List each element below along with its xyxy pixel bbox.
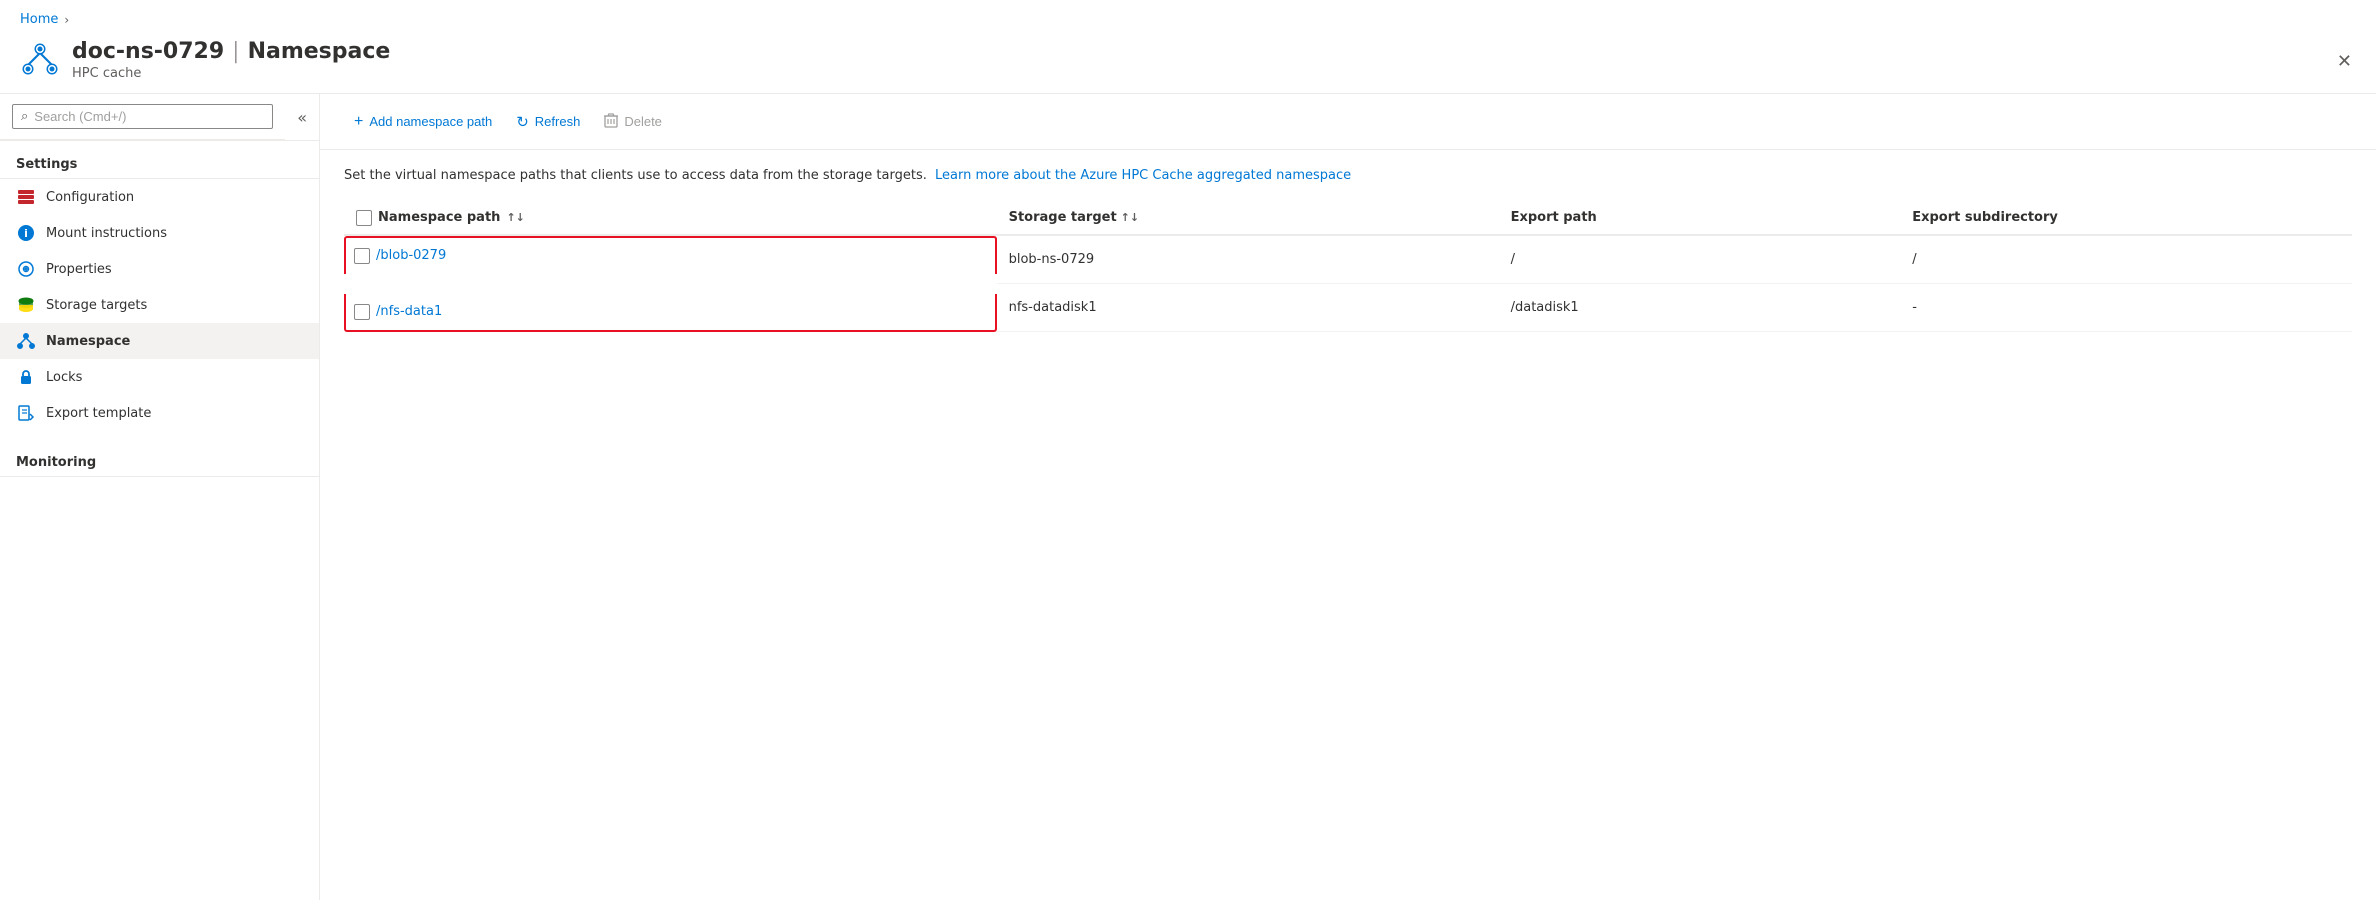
namespace-col-label: Namespace path	[378, 210, 500, 225]
info-text-area: Set the virtual namespace paths that cli…	[320, 150, 2376, 202]
sidebar-item-storage-targets[interactable]: Storage targets	[0, 287, 319, 323]
close-button[interactable]: ✕	[2333, 47, 2356, 76]
export-subdir-col-label: Export subdirectory	[1912, 210, 2058, 225]
col-header-export-subdir: Export subdirectory	[1900, 202, 2352, 235]
locks-label: Locks	[46, 370, 82, 385]
namespace-icon	[16, 331, 36, 351]
storage-targets-label: Storage targets	[46, 298, 147, 313]
search-input[interactable]	[34, 109, 264, 124]
table-row: /nfs-data1 nfs-datadisk1 /datadisk1 -	[344, 284, 2352, 332]
add-label: Add namespace path	[369, 114, 492, 129]
resource-name: doc-ns-0729	[72, 39, 224, 64]
settings-section: Settings Configuration	[0, 141, 319, 477]
search-area: ⌕	[0, 94, 285, 140]
search-icon: ⌕	[21, 109, 28, 124]
namespace-table: Namespace path ↑↓ Storage target ↑↓	[344, 202, 2352, 333]
table-container: Namespace path ↑↓ Storage target ↑↓	[320, 202, 2376, 357]
export-subdir-cell-1: /	[1900, 235, 2352, 284]
delete-button[interactable]: Delete	[594, 106, 672, 137]
content-area: + Add namespace path ↻ Refresh	[320, 94, 2376, 900]
export-template-label: Export template	[46, 406, 151, 421]
page-header: doc-ns-0729 | Namespace HPC cache ✕	[0, 31, 2376, 94]
sidebar-item-locks[interactable]: Locks	[0, 359, 319, 395]
export-path-cell-1: /	[1499, 235, 1901, 284]
add-icon: +	[354, 113, 363, 131]
namespace-label: Namespace	[46, 334, 130, 349]
description-text: Set the virtual namespace paths that cli…	[344, 168, 927, 183]
header-text: doc-ns-0729 | Namespace HPC cache	[72, 39, 390, 81]
sidebar-item-configuration[interactable]: Configuration	[0, 179, 319, 215]
main-layout: ⌕ « Settings C	[0, 94, 2376, 900]
breadcrumb: Home ›	[0, 0, 2376, 31]
resource-subtitle: HPC cache	[72, 66, 390, 81]
learn-more-link[interactable]: Learn more about the Azure HPC Cache agg…	[935, 168, 1351, 183]
page-title: doc-ns-0729 | Namespace	[72, 39, 390, 64]
resource-icon	[20, 39, 60, 79]
properties-label: Properties	[46, 262, 112, 277]
col-header-export-path: Export path	[1499, 202, 1901, 235]
mount-label: Mount instructions	[46, 226, 167, 241]
table-row: /blob-0279 blob-ns-0729 / /	[344, 235, 2352, 284]
namespace-path-cell-1: /blob-0279	[344, 235, 997, 284]
col-header-namespace: Namespace path ↑↓	[344, 202, 997, 235]
export-subdir-cell-2: -	[1900, 284, 2352, 332]
title-separator: |	[232, 39, 239, 64]
namespace-sort-icon[interactable]: ↑↓	[506, 211, 524, 224]
row-2-checkbox[interactable]	[354, 304, 370, 320]
collapse-button[interactable]: «	[285, 108, 319, 127]
export-icon	[16, 403, 36, 423]
settings-label: Settings	[0, 141, 319, 179]
monitoring-label: Monitoring	[0, 439, 319, 477]
export-path-col-label: Export path	[1511, 210, 1597, 225]
storage-target-cell-1: blob-ns-0729	[997, 235, 1499, 284]
resource-type: Namespace	[248, 39, 391, 64]
svg-text:i: i	[24, 227, 28, 240]
col-header-storage: Storage target ↑↓	[997, 202, 1499, 235]
configuration-label: Configuration	[46, 190, 134, 205]
sidebar-item-namespace[interactable]: Namespace	[0, 323, 319, 359]
add-namespace-path-button[interactable]: + Add namespace path	[344, 107, 502, 137]
storage-sort-icon[interactable]: ↑↓	[1121, 211, 1139, 224]
properties-icon	[16, 259, 36, 279]
delete-icon	[604, 112, 618, 131]
mount-icon: i	[16, 223, 36, 243]
sidebar-item-export-template[interactable]: Export template	[0, 395, 319, 431]
breadcrumb-home[interactable]: Home	[20, 12, 58, 27]
namespace-path-link-2[interactable]: /nfs-data1	[376, 304, 442, 319]
namespace-path-cell-2: /nfs-data1	[344, 284, 997, 332]
refresh-button[interactable]: ↻ Refresh	[506, 107, 590, 137]
sidebar-item-mount-instructions[interactable]: i Mount instructions	[0, 215, 319, 251]
select-all-checkbox[interactable]	[356, 210, 372, 226]
breadcrumb-separator: ›	[64, 13, 69, 27]
sidebar: ⌕ « Settings C	[0, 94, 320, 900]
storage-target-cell-2: nfs-datadisk1	[997, 284, 1499, 332]
sidebar-item-properties[interactable]: Properties	[0, 251, 319, 287]
row-1-checkbox[interactable]	[354, 248, 370, 264]
toolbar: + Add namespace path ↻ Refresh	[320, 94, 2376, 150]
configuration-icon	[16, 187, 36, 207]
refresh-label: Refresh	[535, 114, 581, 129]
storage-col-label: Storage target	[1009, 210, 1117, 225]
refresh-icon: ↻	[516, 113, 529, 131]
locks-icon	[16, 367, 36, 387]
storage-icon	[16, 295, 36, 315]
search-wrapper: ⌕	[12, 104, 273, 129]
namespace-path-link-1[interactable]: /blob-0279	[376, 248, 446, 263]
delete-label: Delete	[624, 114, 662, 129]
export-path-cell-2: /datadisk1	[1499, 284, 1901, 332]
page: Home › doc-ns-0729 | Namesp	[0, 0, 2376, 900]
